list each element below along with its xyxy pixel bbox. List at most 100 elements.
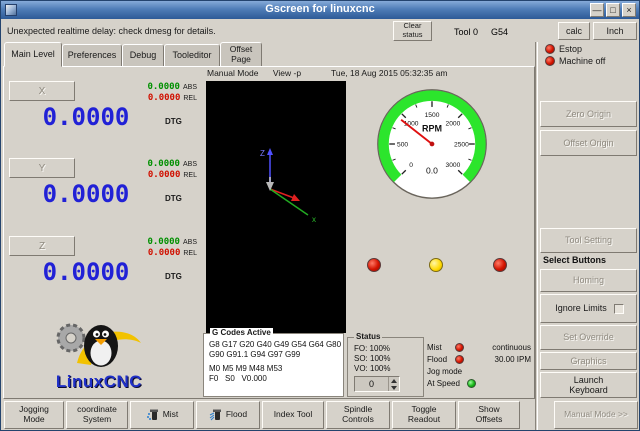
gcodes-line-1: G8 G17 G20 G40 G49 G54 G64 G80 (209, 340, 340, 350)
status-frame: Status FO: 100% SO: 100% VO: 100% 0 (347, 337, 424, 397)
axis-y-button[interactable]: Y (9, 158, 75, 178)
x-rel-readout: 0.0000REL (101, 92, 197, 103)
tab-offset-page[interactable]: Offset Page (220, 42, 262, 67)
spin-up-icon[interactable] (389, 377, 399, 384)
mist-led-icon (455, 343, 464, 352)
lamp-left (367, 258, 381, 272)
realtime-delay-message: Unexpected realtime delay: check dmesg f… (7, 26, 216, 36)
jogging-mode-button[interactable]: Jogging Mode (4, 401, 64, 429)
mist-status-row: Mist continuous (425, 343, 531, 354)
x-axis-label: x (312, 215, 316, 224)
zero-origin-button[interactable]: Zero Origin (540, 101, 637, 127)
flood-status-row: Flood 30.00 IPM (425, 355, 531, 366)
gcodes-line-2: G90 G91.1 G94 G97 G99 (209, 350, 340, 360)
coordinate-system-button[interactable]: coordinate System (66, 401, 128, 429)
homing-button[interactable]: Homing (540, 269, 637, 292)
spindle-controls-button[interactable]: Spindle Controls (326, 401, 390, 429)
select-buttons-label: Select Buttons (543, 255, 606, 265)
mode-label: Manual Mode (207, 68, 259, 78)
gauge-tick-2500: 2500 (454, 141, 469, 148)
jog-increment-spinbox[interactable]: 0 (354, 376, 400, 392)
ignore-limits-toggle[interactable]: Ignore Limits (540, 294, 637, 323)
pane-divider[interactable] (535, 42, 538, 431)
minimize-button-icon[interactable]: — (590, 3, 604, 17)
x-dtg-readout: 0.0000 (11, 103, 161, 131)
spin-down-icon[interactable] (389, 384, 399, 391)
clear-status-button[interactable]: Clear status (393, 21, 432, 41)
rpm-gauge: 0 500 1000 1500 2000 2500 3000 RPM 0.0 (375, 87, 489, 201)
gscreen-window: Gscreen for linuxcnc — □ × Unexpected re… (0, 0, 640, 431)
flood-led-icon (455, 355, 464, 364)
preview-header: Manual Mode View -p Tue, 18 Aug 2015 05:… (207, 68, 535, 80)
spindle-override-readout: SO: 100% (354, 354, 423, 364)
jog-mode-value: continuous (492, 343, 531, 352)
tab-tooleditor[interactable]: Tooleditor (164, 44, 220, 67)
at-speed-led-icon (467, 379, 476, 388)
calc-button[interactable]: calc (558, 22, 590, 40)
tool-setting-button[interactable]: Tool Setting (540, 228, 637, 253)
y-rel-readout: 0.0000REL (101, 169, 197, 180)
coord-system-label: G54 (491, 27, 508, 37)
gauge-tick-500: 500 (397, 141, 408, 148)
unit-inch-button[interactable]: Inch (593, 22, 637, 40)
status-frame-title: Status (354, 332, 382, 342)
index-tool-button[interactable]: Index Tool (262, 401, 324, 429)
gauge-value: 0.0 (426, 165, 438, 175)
y-abs-readout: 0.0000ABS (101, 158, 197, 169)
axis-x-button[interactable]: X (9, 81, 75, 101)
linuxcnc-logo-text: LinuxCNC (37, 372, 161, 392)
y-dtg-readout: 0.0000 (11, 180, 161, 208)
datetime-label: Tue, 18 Aug 2015 05:32:35 am (331, 68, 447, 78)
z-dtg-readout: 0.0000 (11, 258, 161, 286)
linuxcnc-logo: LinuxCNC (37, 317, 161, 395)
feed-override-readout: FO: 100% (354, 344, 423, 354)
toggle-readout-button[interactable]: Toggle Readout (392, 401, 456, 429)
gauge-tick-2000: 2000 (446, 120, 461, 127)
flood-button[interactable]: Flood (196, 401, 260, 429)
set-override-button[interactable]: Set Override (540, 325, 637, 350)
status-row: Unexpected realtime delay: check dmesg f… (1, 19, 639, 42)
manual-mode-button[interactable]: Manual Mode >> (554, 401, 638, 429)
preview-axes: Z x (206, 81, 346, 333)
axis-z-button[interactable]: Z (9, 236, 75, 256)
lamp-right (493, 258, 507, 272)
gcodes-frame: G Codes Active G8 G17 G20 G40 G49 G54 G6… (203, 333, 344, 397)
lamp-center (429, 258, 443, 272)
titlebar[interactable]: Gscreen for linuxcnc — □ × (1, 1, 639, 19)
x-abs-readout: 0.0000ABS (101, 81, 197, 92)
estop-led-icon (545, 44, 555, 54)
z-rel-readout: 0.0000REL (101, 247, 197, 258)
gauge-title: RPM (422, 124, 442, 134)
gauge-tick-1500: 1500 (425, 112, 440, 119)
mist-icon (146, 408, 160, 422)
gauge-tick-0: 0 (409, 162, 413, 169)
velocity-override-readout: VO: 100% (354, 364, 423, 374)
offset-origin-button[interactable]: Offset Origin (540, 130, 637, 156)
close-button-icon[interactable]: × (622, 3, 636, 17)
machine-off-toggle[interactable]: Machine off (545, 56, 605, 66)
view-label: View -p (273, 68, 301, 78)
linuxcnc-logo-image (47, 317, 151, 369)
window-title: Gscreen for linuxcnc (1, 3, 639, 15)
at-speed-status-row: At Speed (425, 379, 531, 390)
tab-preferences[interactable]: Preferences (62, 44, 122, 67)
z-axis-label: Z (260, 149, 265, 158)
show-offsets-button[interactable]: Show Offsets (458, 401, 520, 429)
jog-rate-value: 30.00 IPM (495, 355, 531, 364)
gauge-tick-3000: 3000 (446, 162, 461, 169)
fsv-line: F0 S0 V0.000 (209, 374, 340, 384)
launch-keyboard-button[interactable]: Launch Keyboard (540, 372, 637, 398)
z-abs-readout: 0.0000ABS (101, 236, 197, 247)
tab-debug[interactable]: Debug (122, 44, 164, 67)
estop-toggle[interactable]: Estop (545, 44, 582, 54)
tool-number-label: Tool 0 (454, 27, 478, 37)
jog-mode-status-row: Jog mode (425, 367, 531, 378)
maximize-button-icon[interactable]: □ (606, 3, 620, 17)
graphics-button[interactable]: Graphics (540, 352, 637, 370)
flood-icon (209, 408, 223, 422)
mist-button[interactable]: Mist (130, 401, 194, 429)
machine-off-led-icon (545, 56, 555, 66)
gremlin-preview[interactable]: Z x (206, 81, 346, 333)
ignore-limits-checkbox-icon[interactable] (614, 304, 624, 314)
tab-main-level[interactable]: Main Level (4, 42, 62, 67)
